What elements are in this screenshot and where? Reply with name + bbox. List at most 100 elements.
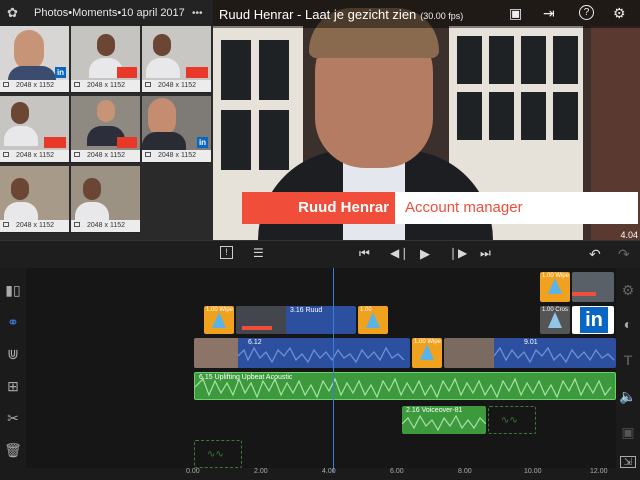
empty-audio-slot[interactable]: ∿∿ xyxy=(488,406,536,434)
info-icon[interactable]: ! xyxy=(220,246,233,259)
cross-transition[interactable]: 1.00 Cros xyxy=(540,306,570,334)
undo-icon[interactable]: ↶ xyxy=(589,246,601,263)
ruler-tick: 8.00 xyxy=(458,468,472,475)
window-pane xyxy=(521,36,546,84)
ruler-tick: 10.00 xyxy=(524,468,542,475)
volume-icon[interactable]: 🔈 xyxy=(616,388,640,405)
skip-to-start-icon[interactable]: ⏮ xyxy=(359,246,370,261)
skip-to-end-icon[interactable]: ⏭ xyxy=(480,246,491,261)
brand-badge xyxy=(117,137,137,148)
image-icon xyxy=(145,152,151,157)
transport-bar: ! ☰ ⏮ ◀❘ ▶ ❘▶ ⏭ ↶ ↷ xyxy=(0,240,640,268)
text-icon[interactable]: T xyxy=(616,352,640,368)
window-pane xyxy=(521,92,546,140)
zoom-icon[interactable]: ⇲ xyxy=(620,456,636,468)
transition-icon xyxy=(420,344,434,360)
image-size: 2048 x 1152 xyxy=(16,82,55,89)
media-thumbnail[interactable]: in 2048 x 1152 xyxy=(0,26,69,93)
clip-duration: 1.00 Wipe xyxy=(206,307,234,313)
add-clip-icon[interactable]: ⊞ xyxy=(0,378,26,395)
linkedin-clip[interactable]: in xyxy=(572,306,614,334)
project-name: Ruud Henrar - Laat je gezicht zien xyxy=(219,7,417,22)
music-clip[interactable]: 6.15 Uplifting Upbeat Acoustic xyxy=(194,372,616,400)
clip-duration: 1.00 Wipe xyxy=(542,273,570,279)
clip-duration: 1.00 xyxy=(360,307,372,313)
brand-badge xyxy=(44,137,66,148)
linkedin-logo: in xyxy=(55,67,66,78)
image-size: 2048 x 1152 xyxy=(16,152,55,159)
video-clip[interactable]: 6.12 xyxy=(194,338,410,368)
waveform-icon: ∿∿ xyxy=(501,415,518,426)
video-clip[interactable]: 9.01 xyxy=(444,338,616,368)
scissors-icon[interactable]: ✂ xyxy=(0,410,26,427)
media-thumbnail[interactable]: 2048 x 1152 xyxy=(0,166,69,233)
settings-gear-icon[interactable]: ⚙ xyxy=(613,5,626,22)
split-audio-icon[interactable]: ⋓ xyxy=(0,346,26,363)
media-thumbnail[interactable]: 2048 x 1152 xyxy=(71,96,140,163)
image-size: 2048 x 1152 xyxy=(87,152,126,159)
playhead[interactable] xyxy=(333,268,334,472)
camera-icon[interactable]: ▣ xyxy=(509,5,522,22)
media-thumbnail[interactable]: 2048 x 1152 xyxy=(142,26,211,93)
ruler-tick: 0.00 xyxy=(186,468,200,475)
voiceover-clip[interactable]: 2.16 Voiceover-81 xyxy=(402,406,486,434)
linkedin-logo: in xyxy=(580,307,608,333)
list-icon[interactable]: ☰ xyxy=(253,246,264,260)
frame-rate: (30.00 fps) xyxy=(420,11,464,21)
clip-duration: 3.16 Ruud xyxy=(290,307,323,314)
clip-duration: 1.00 Wipe xyxy=(414,339,442,345)
photo-clip[interactable] xyxy=(572,272,614,302)
title-bar xyxy=(572,292,596,296)
media-thumbnail[interactable]: 2048 x 1152 xyxy=(71,26,140,93)
wipe-transition[interactable]: 1.00 Wipe xyxy=(204,306,234,334)
brand-badge xyxy=(186,67,208,78)
redo-icon[interactable]: ↷ xyxy=(618,246,630,263)
ruler-tick: 12.00 xyxy=(590,468,608,475)
time-ruler[interactable]: 0.00 2.00 4.00 6.00 8.00 10.00 12.00 xyxy=(186,466,620,480)
more-options-icon[interactable]: ••• xyxy=(192,8,203,19)
app-window: ✿ Photos•Moments•10 april 2017 ••• in 20… xyxy=(0,0,640,480)
window-pane xyxy=(221,40,251,100)
viewer-header: Ruud Henrar - Laat je gezicht zien (30.00… xyxy=(213,0,640,28)
speed-gauge-icon[interactable]: ◐ xyxy=(616,316,640,332)
voiceover-waveform xyxy=(402,414,486,432)
color-icon[interactable]: ▣ xyxy=(616,424,640,441)
lower-third-title[interactable]: Ruud Henrar Account manager xyxy=(242,192,638,224)
browser-breadcrumb[interactable]: Photos•Moments•10 april 2017 xyxy=(34,7,185,19)
empty-audio-slot[interactable]: ∿∿ xyxy=(194,440,242,468)
audio-levels-icon[interactable]: ▮▯ xyxy=(0,282,26,299)
media-thumbnail[interactable]: in 2048 x 1152 xyxy=(142,96,211,163)
video-viewer[interactable]: Ruud Henrar - Laat je gezicht zien (30.00… xyxy=(213,0,640,240)
link-icon[interactable]: ⚭ xyxy=(0,314,26,331)
window-pane xyxy=(553,92,578,140)
wipe-transition[interactable]: 1.00 Wipe xyxy=(412,338,442,368)
media-browser: ✿ Photos•Moments•10 april 2017 ••• in 20… xyxy=(0,0,213,240)
image-icon xyxy=(3,152,9,157)
media-thumbnail[interactable]: 2048 x 1152 xyxy=(71,166,140,233)
image-size: 2048 x 1152 xyxy=(158,152,197,159)
timeline-toolbar: ▮▯ ⚭ ⋓ ⊞ ✂ 🗑 xyxy=(0,268,26,480)
help-icon[interactable]: ? xyxy=(579,5,594,20)
window-pane xyxy=(259,110,289,170)
settings-icon[interactable]: ⚙ xyxy=(616,282,640,299)
timecode: 4.04 xyxy=(620,230,638,240)
title-bar xyxy=(242,326,272,330)
image-icon xyxy=(74,222,80,227)
project-title: Ruud Henrar - Laat je gezicht zien (30.00… xyxy=(219,7,463,22)
step-forward-icon[interactable]: ❘▶ xyxy=(448,246,467,260)
window-pane xyxy=(489,36,514,84)
play-icon[interactable]: ▶ xyxy=(420,246,430,262)
timeline-tracks[interactable]: 1.00 Wipe 1.00 Wipe 3.16 Ruud 1.00 1.00 … xyxy=(26,268,616,468)
media-thumbnail[interactable]: 2048 x 1152 xyxy=(0,96,69,163)
trash-icon[interactable]: 🗑 xyxy=(0,442,26,459)
step-back-icon[interactable]: ◀❘ xyxy=(390,246,409,260)
export-icon[interactable]: ⇥ xyxy=(543,5,555,22)
settings-flower-icon[interactable]: ✿ xyxy=(7,5,18,21)
image-icon xyxy=(74,152,80,157)
title-clip[interactable]: 3.16 Ruud xyxy=(236,306,356,334)
browser-toolbar: ✿ Photos•Moments•10 april 2017 ••• xyxy=(0,0,213,26)
video-waveform xyxy=(493,346,615,364)
wipe-transition[interactable]: 1.00 Wipe xyxy=(540,272,570,302)
wipe-transition[interactable]: 1.00 xyxy=(358,306,388,334)
transition-icon xyxy=(366,312,380,328)
